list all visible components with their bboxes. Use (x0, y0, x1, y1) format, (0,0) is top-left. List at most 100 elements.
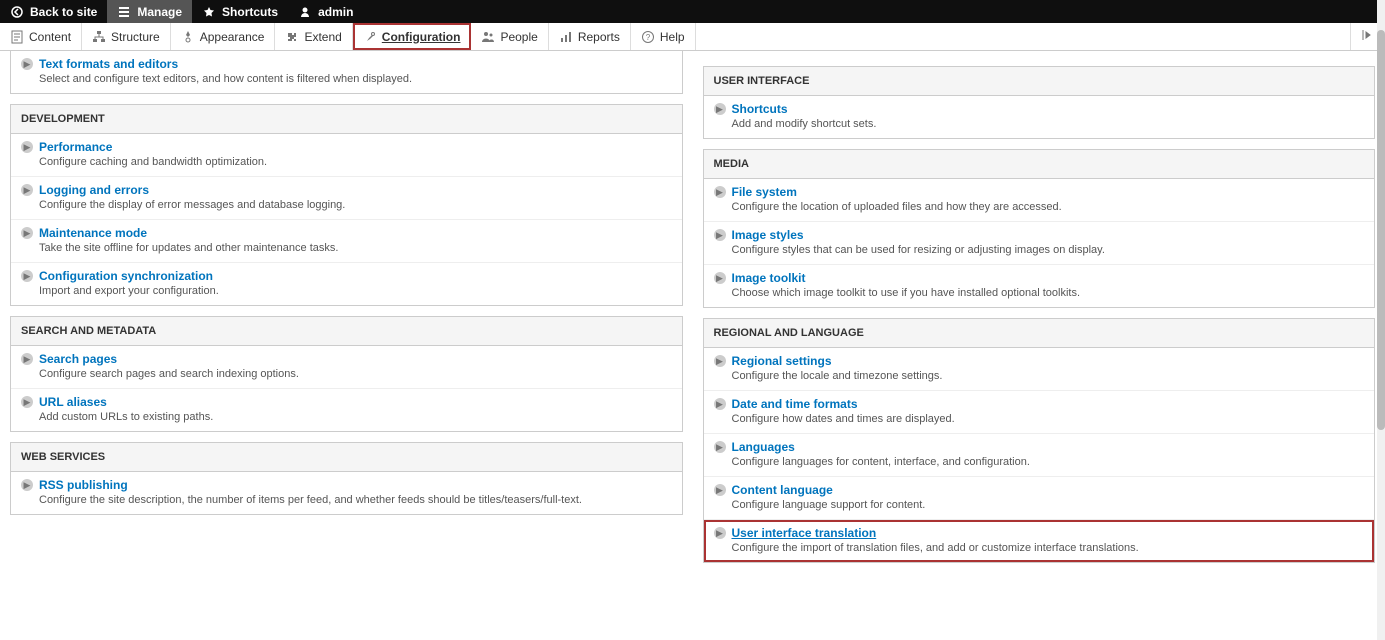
link-image-styles[interactable]: Image styles (732, 228, 804, 242)
arrow-icon: ▶ (714, 103, 726, 115)
link-logging[interactable]: Logging and errors (39, 183, 149, 197)
arrow-icon: ▶ (21, 141, 33, 153)
desc-rss: Configure the site description, the numb… (39, 494, 672, 506)
arrow-icon: ▶ (714, 527, 726, 539)
item-date-time: ▶ Date and time formats Configure how dat… (704, 391, 1375, 434)
link-url-aliases[interactable]: URL aliases (39, 395, 107, 409)
collapse-icon (1361, 28, 1375, 45)
menu-people[interactable]: People (471, 23, 548, 50)
desc-regional-settings: Configure the locale and timezone settin… (732, 370, 1365, 382)
item-languages: ▶Languages Configure languages for conte… (704, 434, 1375, 477)
item-config-sync: ▶Configuration synchronization Import an… (11, 263, 682, 305)
menu-configuration[interactable]: Configuration (353, 23, 472, 50)
reports-icon (559, 30, 573, 44)
svg-text:?: ? (646, 33, 651, 42)
scrollbar-thumb[interactable] (1377, 30, 1385, 430)
item-rss: ▶ RSS publishing Configure the site descr… (11, 472, 682, 514)
scrollbar[interactable] (1377, 0, 1385, 640)
people-icon (481, 30, 495, 44)
menu-help[interactable]: ? Help (631, 23, 696, 50)
section-media: MEDIA ▶File system Configure the locatio… (703, 149, 1376, 308)
spacer (703, 51, 1376, 66)
desc-maintenance: Take the site offline for updates and ot… (39, 242, 672, 254)
desc-file-system: Configure the location of uploaded files… (732, 201, 1365, 213)
admin-toolbar: Back to site Manage Shortcuts admin (0, 0, 1385, 23)
manage-button[interactable]: Manage (107, 0, 192, 23)
menu-content[interactable]: Content (0, 23, 82, 50)
extend-icon (285, 30, 299, 44)
section-search: SEARCH AND METADATA ▶ Search pages Config… (10, 316, 683, 432)
menu-reports-label: Reports (578, 30, 620, 44)
shortcuts-button[interactable]: Shortcuts (192, 0, 288, 23)
section-regional: REGIONAL AND LANGUAGE ▶ Regional settings… (703, 318, 1376, 563)
desc-date-time: Configure how dates and times are displa… (732, 413, 1365, 425)
arrow-icon: ▶ (714, 229, 726, 241)
item-logging: ▶Logging and errors Configure the displa… (11, 177, 682, 220)
arrow-icon: ▶ (21, 353, 33, 365)
manage-label: Manage (137, 5, 182, 19)
menu-reports[interactable]: Reports (549, 23, 631, 50)
item-ui-translation: ▶User interface translation Configure th… (704, 520, 1375, 562)
user-label: admin (318, 5, 353, 19)
star-icon (202, 5, 216, 19)
link-content-language[interactable]: Content language (732, 483, 833, 497)
menu-spacer (696, 23, 1350, 50)
desc-url-aliases: Add custom URLs to existing paths. (39, 411, 672, 423)
link-date-time[interactable]: Date and time formats (732, 397, 858, 411)
menu-extend-label: Extend (304, 30, 341, 44)
menu-appearance[interactable]: Appearance (171, 23, 276, 50)
link-languages[interactable]: Languages (732, 440, 795, 454)
link-search-pages[interactable]: Search pages (39, 352, 117, 366)
menu-structure[interactable]: Structure (82, 23, 171, 50)
arrow-icon: ▶ (714, 441, 726, 453)
link-config-sync[interactable]: Configuration synchronization (39, 269, 213, 283)
menu-help-label: Help (660, 30, 685, 44)
link-regional-settings[interactable]: Regional settings (732, 354, 832, 368)
link-ui-translation[interactable]: User interface translation (732, 526, 877, 540)
section-partial-top: ▶ Text formats and editors Select and co… (10, 51, 683, 94)
desc-shortcuts: Add and modify shortcut sets. (732, 118, 1365, 130)
desc-image-toolkit: Choose which image toolkit to use if you… (732, 287, 1365, 299)
desc-search-pages: Configure search pages and search indexi… (39, 368, 672, 380)
desc-performance: Configure caching and bandwidth optimiza… (39, 156, 672, 168)
configuration-icon (363, 30, 377, 44)
section-development: DEVELOPMENT ▶ Performance Configure cachi… (10, 104, 683, 306)
menu-configuration-label: Configuration (382, 30, 461, 44)
arrow-icon: ▶ (21, 479, 33, 491)
header-ui: USER INTERFACE (704, 67, 1375, 96)
link-rss[interactable]: RSS publishing (39, 478, 128, 492)
header-regional: REGIONAL AND LANGUAGE (704, 319, 1375, 348)
link-file-system[interactable]: File system (732, 185, 797, 199)
link-performance[interactable]: Performance (39, 140, 112, 154)
menu-appearance-label: Appearance (200, 30, 265, 44)
item-text-formats: ▶ Text formats and editors Select and co… (11, 51, 682, 93)
left-column: ▶ Text formats and editors Select and co… (0, 51, 693, 573)
content-icon (10, 30, 24, 44)
item-performance: ▶ Performance Configure caching and bandw… (11, 134, 682, 177)
arrow-icon: ▶ (714, 355, 726, 367)
desc-content-language: Configure language support for content. (732, 499, 1365, 511)
header-development: DEVELOPMENT (11, 105, 682, 134)
arrow-icon: ▶ (21, 58, 33, 70)
admin-menubar: Content Structure Appearance Extend Conf… (0, 23, 1385, 51)
arrow-icon: ▶ (714, 398, 726, 410)
header-web-services: WEB SERVICES (11, 443, 682, 472)
back-to-site-button[interactable]: Back to site (0, 0, 107, 23)
header-search: SEARCH AND METADATA (11, 317, 682, 346)
desc-image-styles: Configure styles that can be used for re… (732, 244, 1365, 256)
desc-logging: Configure the display of error messages … (39, 199, 672, 211)
arrow-icon: ▶ (714, 484, 726, 496)
link-maintenance[interactable]: Maintenance mode (39, 226, 147, 240)
item-url-aliases: ▶ URL aliases Add custom URLs to existing… (11, 389, 682, 431)
arrow-icon: ▶ (714, 272, 726, 284)
link-text-formats[interactable]: Text formats and editors (39, 57, 178, 71)
desc-text-formats: Select and configure text editors, and h… (39, 73, 672, 85)
menu-structure-label: Structure (111, 30, 160, 44)
link-shortcuts[interactable]: Shortcuts (732, 102, 788, 116)
back-label: Back to site (30, 5, 97, 19)
arrow-icon: ▶ (21, 396, 33, 408)
user-icon (298, 5, 312, 19)
link-image-toolkit[interactable]: Image toolkit (732, 271, 806, 285)
menu-extend[interactable]: Extend (275, 23, 352, 50)
user-button[interactable]: admin (288, 0, 363, 23)
